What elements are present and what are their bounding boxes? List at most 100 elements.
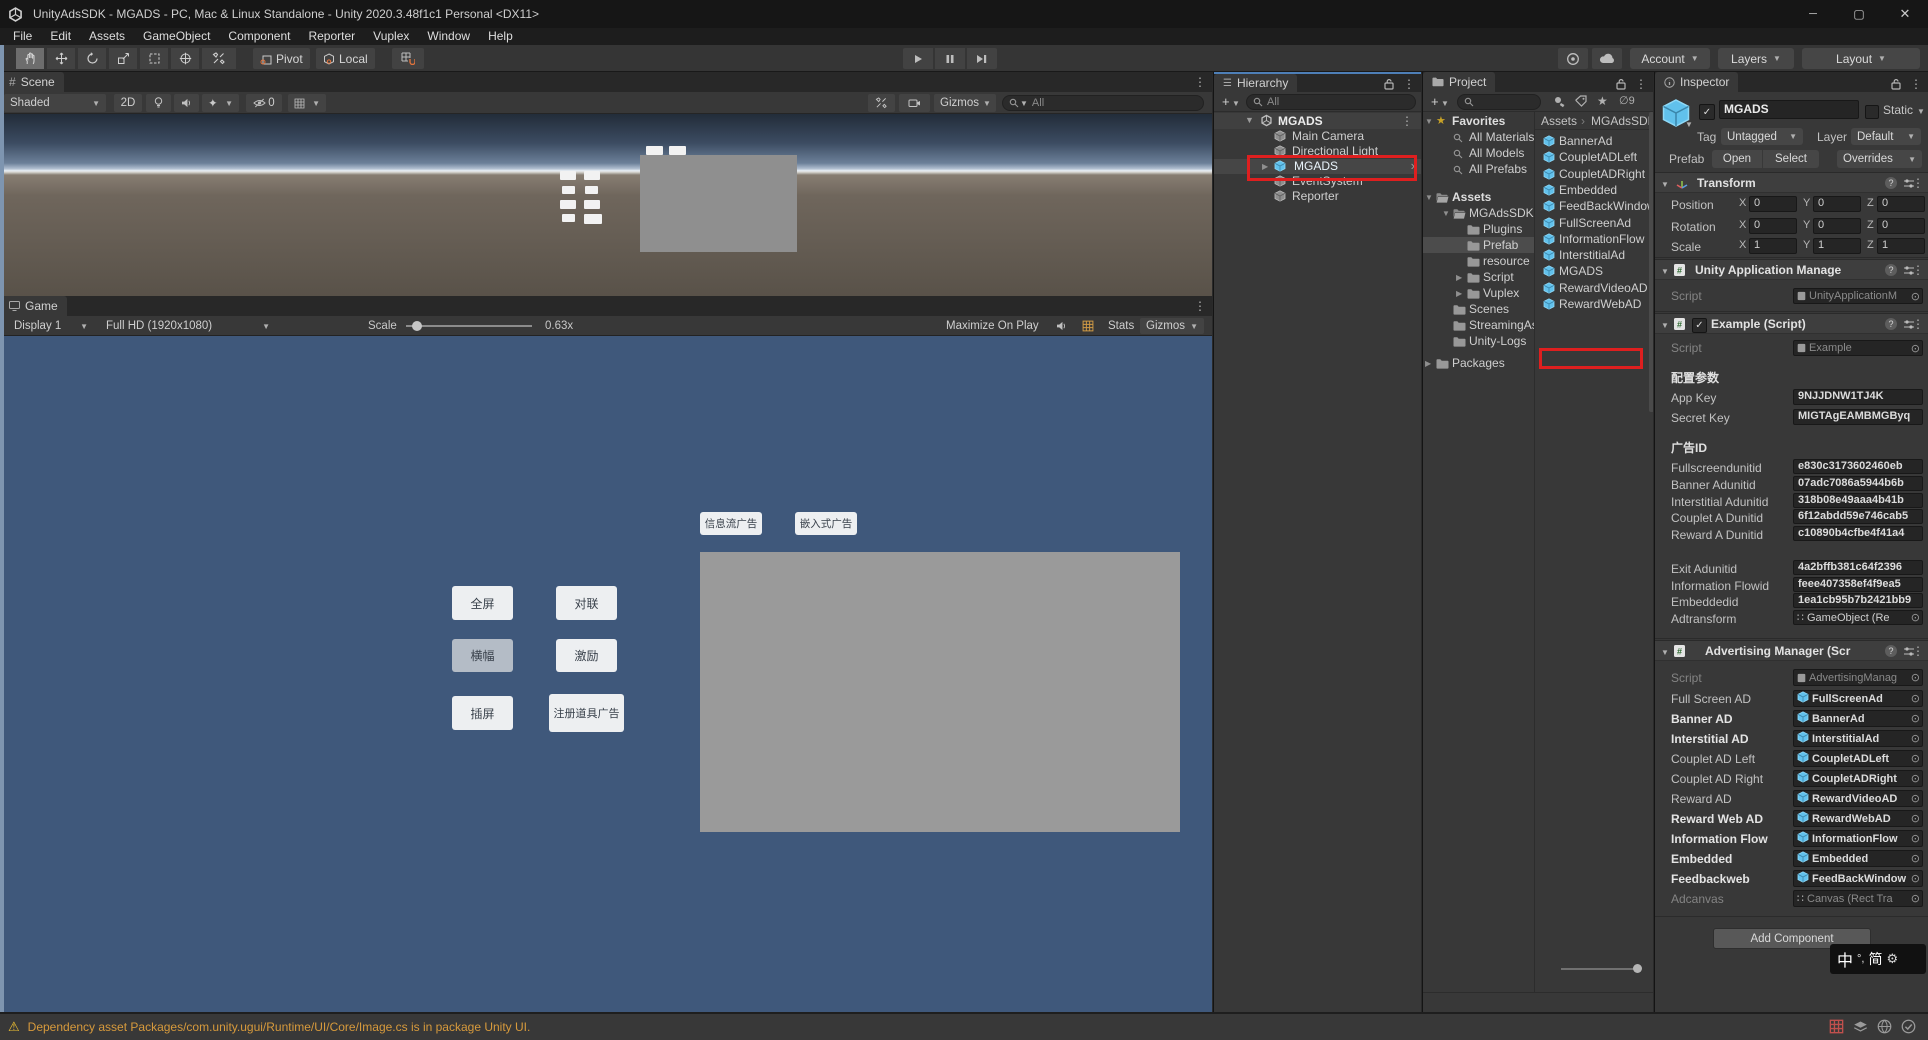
expand-arrow-icon[interactable]: ▶: [1456, 273, 1462, 282]
help-icon[interactable]: ?: [1885, 645, 1897, 657]
scale-tool-button[interactable]: [109, 48, 137, 69]
scene-menu-icon[interactable]: ⋮: [1194, 75, 1206, 89]
position-y-field[interactable]: 0: [1813, 196, 1861, 212]
lighting-toggle[interactable]: [146, 94, 171, 112]
expand-arrow-icon[interactable]: ▶: [1425, 359, 1431, 368]
project-tree-item-vuplex[interactable]: ▶Vuplex: [1423, 285, 1534, 301]
object-picker-icon[interactable]: ⊙: [1911, 852, 1920, 865]
project-tree-item-all-models[interactable]: All Models: [1423, 145, 1534, 161]
embedded-ad-button[interactable]: 嵌入式广告: [795, 512, 857, 535]
project-file-coupletadleft[interactable]: CoupletADLeft: [1535, 149, 1653, 165]
feedbackweb-object-field[interactable]: FeedBackWindow⊙: [1793, 870, 1923, 887]
exit-adunitid-field[interactable]: 4a2bffb381c64f2396: [1793, 560, 1923, 575]
hidden-packages-count[interactable]: ∅9: [1619, 94, 1635, 107]
project-tree-item-packages[interactable]: ▶Packages: [1423, 355, 1534, 371]
prefab-overrides-dropdown[interactable]: Overrides▼: [1837, 150, 1922, 168]
object-picker-icon[interactable]: ⊙: [1911, 671, 1920, 684]
cloud-status-icon[interactable]: [1877, 1019, 1892, 1034]
adcanvas-object-field[interactable]: ∷Canvas (Rect Tra⊙: [1793, 890, 1923, 907]
script-object-field[interactable]: AdvertisingManag⊙: [1793, 669, 1923, 686]
progress-status-icon[interactable]: [1901, 1019, 1916, 1034]
reward-web-ad-object-field[interactable]: RewardWebAD⊙: [1793, 810, 1923, 827]
local-toggle[interactable]: Local: [316, 48, 375, 69]
scene-camera-icon[interactable]: [899, 94, 930, 112]
custom-tools-button[interactable]: [202, 48, 236, 69]
scene-grid-dropdown[interactable]: ▼: [288, 94, 326, 112]
scene-search-input[interactable]: ▼ All: [1002, 95, 1204, 111]
cloud-icon[interactable]: [1592, 48, 1622, 69]
grid-snapping-button[interactable]: [392, 48, 424, 69]
object-picker-icon[interactable]: ⊙: [1911, 812, 1920, 825]
object-picker-icon[interactable]: ⊙: [1911, 792, 1920, 805]
account-dropdown[interactable]: Account▼: [1630, 48, 1710, 69]
scale-slider-knob[interactable]: [412, 321, 422, 331]
embeddedid-field[interactable]: 1ea1cb95b7b2421bb9: [1793, 593, 1923, 608]
banner-adunitid-field[interactable]: 07adc7086a5944b6b: [1793, 476, 1923, 491]
menu-component[interactable]: Component: [219, 28, 299, 45]
project-file-interstitialad[interactable]: InterstitialAd: [1535, 247, 1653, 263]
project-tree-item-prefab[interactable]: Prefab: [1423, 237, 1534, 253]
project-file-rewardvideoad[interactable]: RewardVideoAD: [1535, 280, 1653, 296]
step-button[interactable]: [967, 48, 997, 69]
reward-ad-object-field[interactable]: RewardVideoAD⊙: [1793, 790, 1923, 807]
project-tree-item-favorites[interactable]: ▼★Favorites: [1423, 113, 1534, 129]
app-manager-script-field[interactable]: UnityApplicationM⊙: [1793, 288, 1923, 304]
layer-dropdown[interactable]: Default▼: [1851, 128, 1921, 145]
interstitial-adunitid-field[interactable]: 318b08e49aaa4b41b: [1793, 493, 1923, 508]
game-viewport[interactable]: 信息流广告 嵌入式广告 全屏 对联 横幅 激励 插屏 注册道具广告: [0, 336, 1212, 1012]
help-icon[interactable]: ?: [1885, 177, 1897, 189]
static-checkbox[interactable]: [1865, 105, 1879, 119]
status-message[interactable]: Dependency asset Packages/com.unity.ugui…: [28, 1020, 531, 1034]
active-checkbox[interactable]: ✓: [1699, 104, 1715, 120]
menu-window[interactable]: Window: [418, 28, 479, 45]
layers-dropdown[interactable]: Layers▼: [1718, 48, 1794, 69]
project-tree-item-scenes[interactable]: Scenes: [1423, 301, 1534, 317]
prefab-select-button[interactable]: Select: [1763, 150, 1819, 168]
scene-visibility-toggle[interactable]: 0: [246, 94, 282, 112]
layout-dropdown[interactable]: Layout▼: [1802, 48, 1920, 69]
component-menu-icon[interactable]: ⋮: [1912, 176, 1924, 190]
object-picker-icon[interactable]: ⊙: [1911, 772, 1920, 785]
menu-edit[interactable]: Edit: [41, 28, 80, 45]
position-z-field[interactable]: 0: [1877, 196, 1925, 212]
lock-icon[interactable]: [1616, 78, 1626, 90]
component-menu-icon[interactable]: ⋮: [1912, 644, 1924, 658]
secret-key-field[interactable]: MIGTAgEAMBMGByq: [1793, 409, 1923, 425]
reward-ad-button[interactable]: 激励: [556, 639, 617, 672]
project-tree-item-assets[interactable]: ▼Assets: [1423, 189, 1534, 205]
example-script-field[interactable]: Example⊙: [1793, 340, 1923, 356]
fullscreen-ad-button[interactable]: 全屏: [452, 586, 513, 620]
banner-ad-object-field[interactable]: BannerAd⊙: [1793, 710, 1923, 727]
2d-toggle[interactable]: 2D: [114, 94, 142, 112]
project-tree-item-unity-logs[interactable]: Unity-Logs: [1423, 333, 1534, 349]
ime-settings-gear-icon[interactable]: ⚙: [1886, 951, 1898, 967]
app-manager-header[interactable]: ▼ # Unity Application Manage ? ⋮: [1655, 259, 1928, 280]
project-tree-item-script[interactable]: ▶Script: [1423, 269, 1534, 285]
project-file-informationflow[interactable]: InformationFlow: [1535, 231, 1653, 247]
hand-tool-button[interactable]: [16, 48, 44, 69]
menu-reporter[interactable]: Reporter: [299, 28, 364, 45]
banner-ad-button[interactable]: 横幅: [452, 639, 513, 672]
tab-project[interactable]: Project: [1423, 72, 1495, 92]
display-dropdown[interactable]: Display 1▼: [8, 318, 94, 334]
effects-dropdown[interactable]: ✦▼: [202, 94, 239, 112]
hierarchy-item-main-camera[interactable]: Main Camera: [1214, 129, 1421, 144]
project-file-coupletadright[interactable]: CoupletADRight: [1535, 166, 1653, 182]
collab-icon[interactable]: [1829, 1019, 1844, 1034]
play-button[interactable]: [903, 48, 933, 69]
adtransform-object-field[interactable]: ∷GameObject (Re⊙: [1793, 610, 1923, 625]
object-picker-icon[interactable]: ⊙: [1911, 832, 1920, 845]
app-key-field[interactable]: 9NJJDNW1TJ4K: [1793, 389, 1923, 405]
project-tree-item-streamingassets[interactable]: StreamingAssets: [1423, 317, 1534, 333]
scene-tools-icon[interactable]: [868, 94, 895, 112]
create-asset-button[interactable]: +: [1431, 94, 1439, 109]
object-picker-icon[interactable]: ⊙: [1911, 732, 1920, 745]
breadcrumb-current[interactable]: MGAdsSDK: [1591, 114, 1653, 128]
gameobject-name-field[interactable]: MGADS: [1719, 100, 1859, 119]
scene-gizmos-dropdown[interactable]: Gizmos▼: [934, 94, 996, 112]
rotation-y-field[interactable]: 0: [1813, 218, 1861, 234]
couplet-ad-right-object-field[interactable]: CoupletADRight⊙: [1793, 770, 1923, 787]
create-asset-caret[interactable]: ▼: [1441, 99, 1449, 108]
project-file-bannerad[interactable]: BannerAd: [1535, 133, 1653, 149]
collapse-arrow-icon[interactable]: ▼: [1442, 209, 1450, 218]
